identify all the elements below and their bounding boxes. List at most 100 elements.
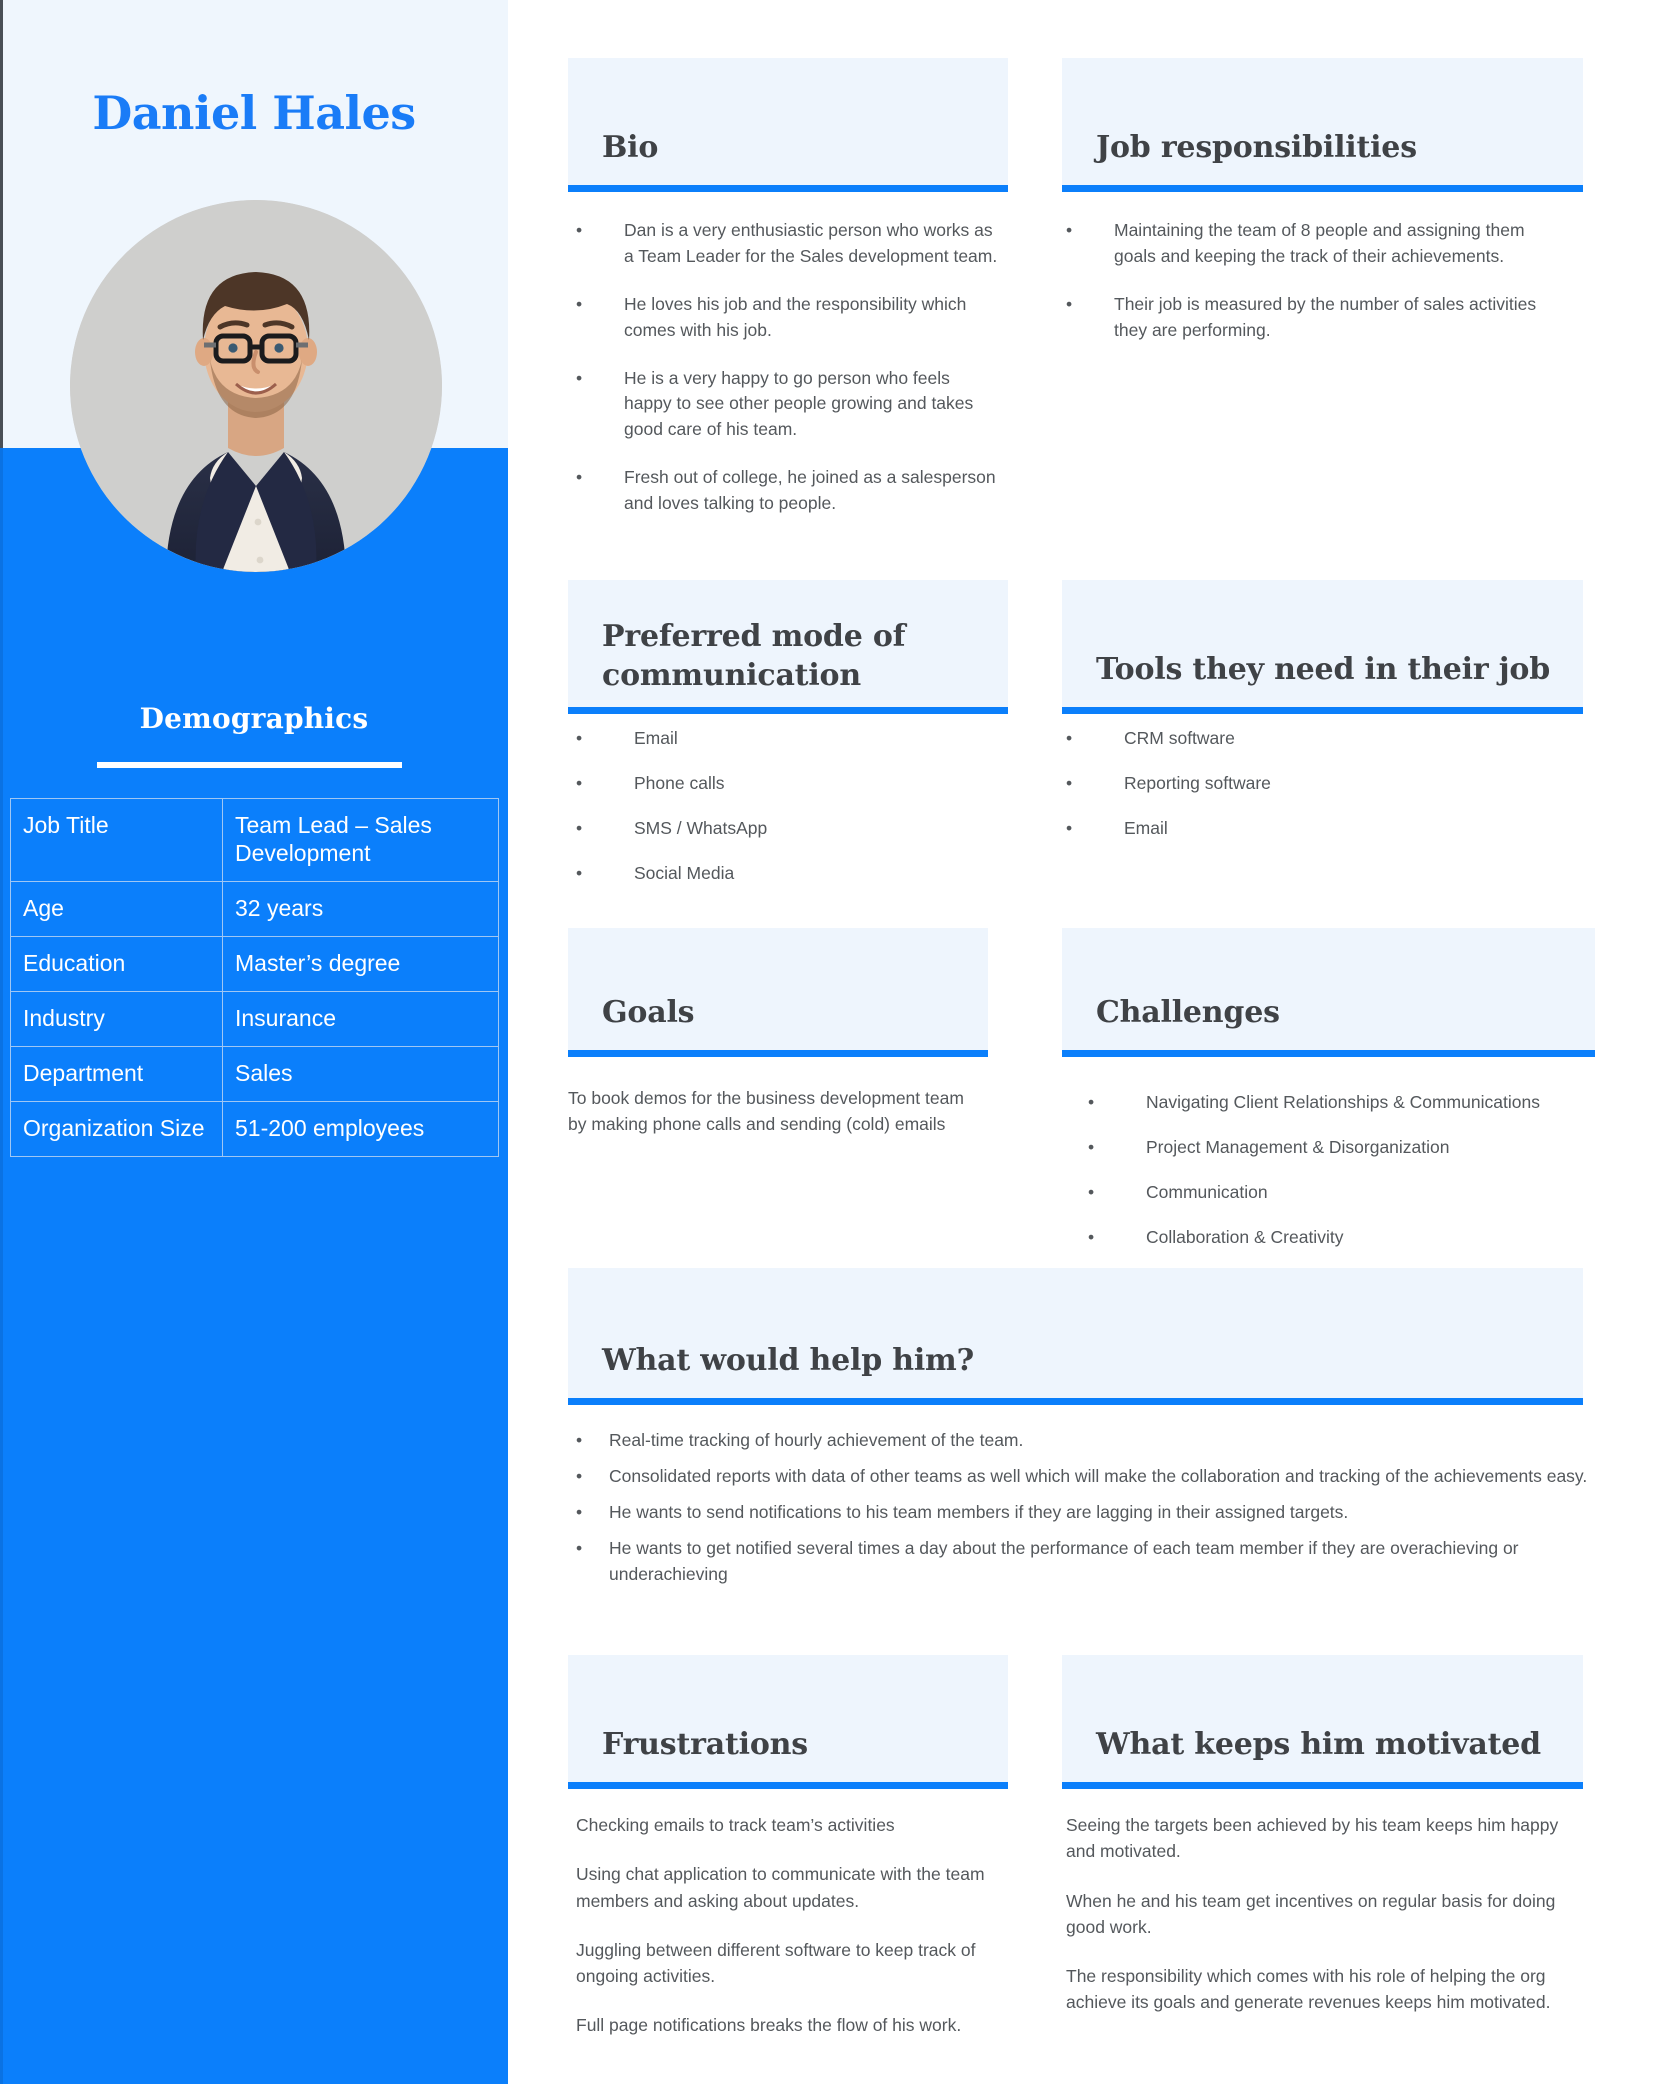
bio-list: • Dan is a very enthusiastic person who w… — [576, 218, 1000, 517]
card-tools-body: • CRM software • Reporting software • Email — [1066, 726, 1566, 861]
bullet-icon: • — [576, 1465, 583, 1486]
list-item-text: Real-time tracking of hourly achievement… — [609, 1430, 1024, 1450]
card-communication-header: Preferred mode of communication — [568, 580, 1008, 707]
card-bio-header: Bio — [568, 58, 1008, 185]
list-item-text: He loves his job and the responsibility … — [624, 293, 967, 340]
list-item: • He wants to get notified several times … — [576, 1536, 1596, 1588]
list-item-text: Reporting software — [1124, 772, 1271, 793]
card-goals-rule — [568, 1050, 988, 1057]
list-item-text: Collaboration & Creativity — [1146, 1226, 1344, 1247]
card-goals-header: Goals — [568, 928, 988, 1050]
bullet-icon: • — [576, 1537, 583, 1558]
list-item: • Social Media — [576, 861, 1000, 887]
card-job-responsibilities-header: Job responsibilities — [1062, 58, 1583, 185]
job-responsibilities-list: • Maintaining the team of 8 people and as… — [1066, 218, 1566, 344]
bullet-icon: • — [1088, 1226, 1095, 1247]
card-frustrations-rule — [568, 1782, 1008, 1789]
list-item-text: Project Management & Disorganization — [1146, 1136, 1450, 1157]
bullet-icon: • — [576, 1430, 583, 1450]
bullet-icon: • — [1066, 220, 1073, 240]
card-help: What would help him? — [568, 1268, 1583, 1405]
list-item: • Reporting software — [1066, 771, 1566, 797]
list-item-text: Consolidated reports with data of other … — [609, 1465, 1588, 1486]
list-item: • Project Management & Disorganization — [1088, 1135, 1633, 1161]
list-item-text: He is a very happy to go person who feel… — [624, 367, 974, 440]
frustration-text: Using chat application to communicate wi… — [576, 1864, 985, 1911]
list-item: • Email — [1066, 816, 1566, 842]
card-motivation-body: Seeing the targets been achieved by his … — [1066, 1812, 1566, 2016]
card-frustrations-body: Checking emails to track team’s activiti… — [576, 1812, 1006, 2039]
list-item: • Consolidated reports with data of other… — [576, 1464, 1596, 1490]
list-item-text: He wants to send notifications to his te… — [609, 1501, 1349, 1522]
list-item-text: Fresh out of college, he joined as a sal… — [624, 467, 996, 514]
card-frustrations-title: Frustrations — [602, 1726, 808, 1762]
bullet-icon: • — [1088, 1092, 1095, 1112]
list-item-text: Email — [634, 728, 678, 748]
card-frustrations-header: Frustrations — [568, 1655, 1008, 1782]
bullet-icon: • — [1066, 728, 1073, 748]
motivation-text: The responsibility which comes with his … — [1066, 1966, 1551, 2013]
card-challenges: Challenges — [1062, 928, 1595, 1057]
frustration-text: Full page notifications breaks the flow … — [576, 2015, 962, 2036]
list-item: • Phone calls — [576, 771, 1000, 797]
bullet-icon: • — [576, 220, 583, 240]
frustration-text: Checking emails to track team’s activiti… — [576, 1815, 895, 1835]
list-item: • Real-time tracking of hourly achievemen… — [576, 1428, 1596, 1454]
list-item-text: Social Media — [634, 862, 735, 883]
card-goals-body: To book demos for the business developme… — [568, 1085, 968, 1138]
card-goals: Goals — [568, 928, 988, 1057]
list-item-text: Email — [1124, 817, 1168, 838]
list-item-text: Phone calls — [634, 772, 725, 793]
card-communication-body: • Email • Phone calls • SMS / WhatsApp • Soc… — [576, 726, 1000, 906]
bullet-icon: • — [1088, 1181, 1095, 1202]
bullet-icon: • — [1066, 772, 1073, 793]
list-item-text: Dan is a very enthusiastic person who wo… — [624, 220, 998, 266]
list-item-text: He wants to get notified several times a… — [609, 1537, 1519, 1584]
content-area: Bio • Dan is a very enthusiastic person w… — [0, 0, 1668, 2084]
list-item: • He is a very happy to go person who fee… — [576, 366, 1000, 444]
list-item: • Collaboration & Creativity — [1088, 1225, 1633, 1251]
card-job-responsibilities-title: Job responsibilities — [1096, 129, 1417, 165]
card-help-header: What would help him? — [568, 1268, 1583, 1398]
bullet-icon: • — [1088, 1136, 1095, 1157]
list-item: • Maintaining the team of 8 people and as… — [1066, 218, 1566, 270]
list-item: • SMS / WhatsApp — [576, 816, 1000, 842]
card-help-body: • Real-time tracking of hourly achievemen… — [576, 1428, 1596, 1597]
card-communication-title: Preferred mode of communication — [602, 619, 906, 693]
card-bio: Bio — [568, 58, 1008, 192]
list-item-text: SMS / WhatsApp — [634, 817, 768, 838]
persona-page: Daniel Hales Demographics Job Title Team… — [0, 0, 1668, 2084]
card-job-responsibilities: Job responsibilities — [1062, 58, 1583, 192]
help-list: • Real-time tracking of hourly achievemen… — [576, 1428, 1596, 1587]
list-item: • Email — [576, 726, 1000, 752]
card-tools: Tools they need in their job — [1062, 580, 1583, 714]
list-item: • He wants to send notifications to his t… — [576, 1500, 1596, 1526]
card-communication-rule — [568, 707, 1008, 714]
card-challenges-title: Challenges — [1096, 994, 1280, 1030]
list-item-text: Their job is measured by the number of s… — [1114, 293, 1537, 340]
card-motivation-rule — [1062, 1782, 1583, 1789]
card-job-responsibilities-body: • Maintaining the team of 8 people and as… — [1066, 218, 1566, 366]
card-help-rule — [568, 1398, 1583, 1405]
bullet-icon: • — [1066, 817, 1073, 838]
card-motivation-header: What keeps him motivated — [1062, 1655, 1583, 1782]
tools-list: • CRM software • Reporting software • Email — [1066, 726, 1566, 842]
list-item-text: Maintaining the team of 8 people and ass… — [1114, 220, 1525, 266]
bullet-icon: • — [576, 1501, 583, 1522]
card-bio-body: • Dan is a very enthusiastic person who w… — [576, 218, 1000, 539]
card-tools-rule — [1062, 707, 1583, 714]
card-challenges-body: • Navigating Client Relationships & Commu… — [1088, 1090, 1633, 1270]
list-item-text: CRM software — [1124, 728, 1235, 748]
card-bio-title: Bio — [602, 129, 659, 165]
bullet-icon: • — [576, 367, 583, 388]
card-motivation-title: What keeps him motivated — [1096, 1726, 1541, 1762]
card-job-responsibilities-rule — [1062, 185, 1583, 192]
list-item: • CRM software — [1066, 726, 1566, 752]
card-frustrations: Frustrations — [568, 1655, 1008, 1789]
list-item-text: Navigating Client Relationships & Commun… — [1146, 1092, 1540, 1112]
list-item: • Dan is a very enthusiastic person who w… — [576, 218, 1000, 270]
frustration-text: Juggling between different software to k… — [576, 1939, 976, 1986]
motivation-text: When he and his team get incentives on r… — [1066, 1890, 1556, 1937]
card-tools-header: Tools they need in their job — [1062, 580, 1583, 707]
bullet-icon: • — [576, 817, 583, 838]
